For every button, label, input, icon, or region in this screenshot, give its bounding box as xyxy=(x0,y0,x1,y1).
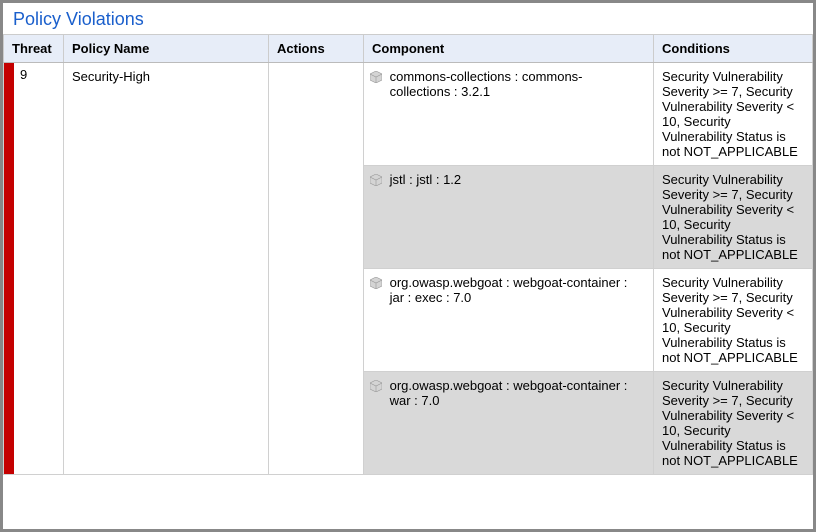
col-conditions[interactable]: Conditions xyxy=(654,35,813,63)
col-threat[interactable]: Threat xyxy=(4,35,64,63)
conditions-cell: Security Vulnerability Severity >= 7, Se… xyxy=(654,166,813,269)
component-name: org.owasp.webgoat : webgoat-container : … xyxy=(390,378,643,408)
conditions-cell: Security Vulnerability Severity >= 7, Se… xyxy=(654,63,813,166)
package-icon xyxy=(370,277,382,289)
section-title: Policy Violations xyxy=(3,3,813,34)
package-icon xyxy=(370,380,382,392)
package-icon xyxy=(370,71,382,83)
violations-table: Threat Policy Name Actions Component Con… xyxy=(3,34,813,475)
col-actions[interactable]: Actions xyxy=(269,35,364,63)
component-name: jstl : jstl : 1.2 xyxy=(390,172,643,187)
component-cell: jstl : jstl : 1.2 xyxy=(364,166,654,269)
conditions-cell: Security Vulnerability Severity >= 7, Se… xyxy=(654,269,813,372)
threat-cell: 9 xyxy=(4,63,64,475)
component-cell: org.owasp.webgoat : webgoat-container : … xyxy=(364,372,654,475)
actions-cell xyxy=(269,63,364,475)
app-frame: Policy Violations Threat Policy Name Act… xyxy=(0,0,816,532)
conditions-cell: Security Vulnerability Severity >= 7, Se… xyxy=(654,372,813,475)
package-icon xyxy=(370,174,382,186)
component-cell: org.owasp.webgoat : webgoat-container : … xyxy=(364,269,654,372)
table-row[interactable]: 9 Security-High commons-collections : co… xyxy=(4,63,813,166)
component-name: commons-collections : commons-collection… xyxy=(390,69,643,99)
component-name: org.owasp.webgoat : webgoat-container : … xyxy=(390,275,643,305)
col-policy[interactable]: Policy Name xyxy=(64,35,269,63)
policy-name-cell: Security-High xyxy=(64,63,269,475)
col-component[interactable]: Component xyxy=(364,35,654,63)
table-header-row: Threat Policy Name Actions Component Con… xyxy=(4,35,813,63)
component-cell: commons-collections : commons-collection… xyxy=(364,63,654,166)
threat-severity-bar xyxy=(4,63,14,474)
